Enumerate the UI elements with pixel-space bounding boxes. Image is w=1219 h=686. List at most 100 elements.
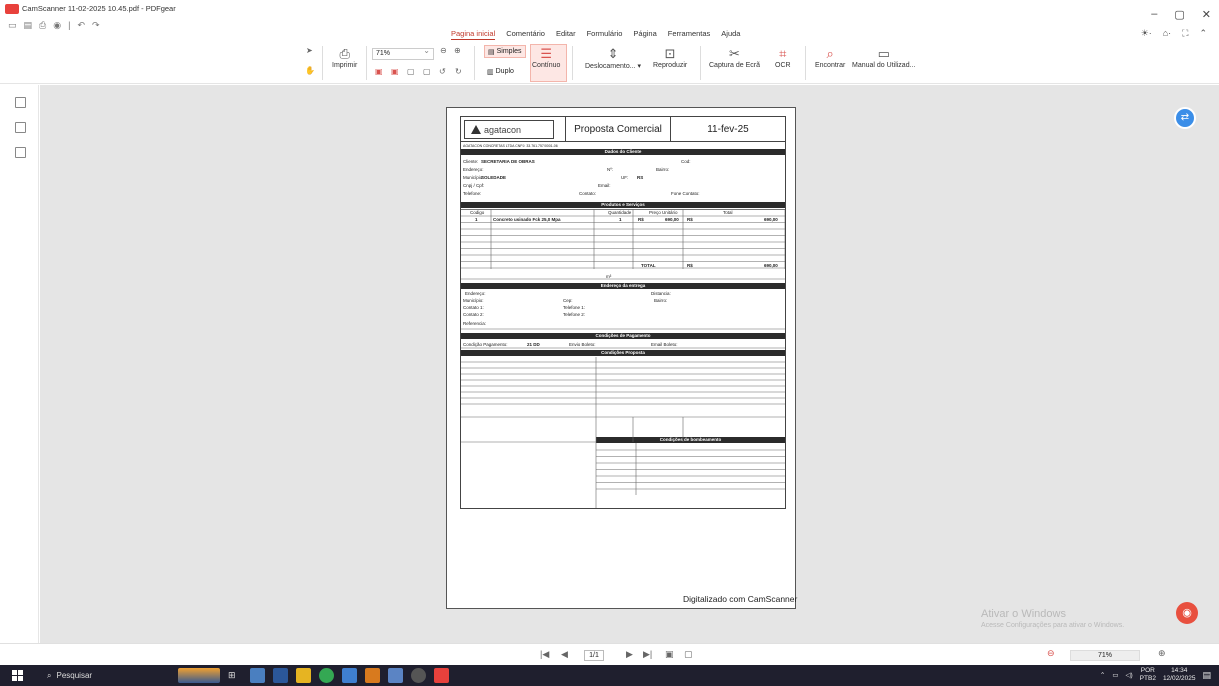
file-explorer-icon[interactable] <box>296 668 311 683</box>
activation-title: Ativar o Windows <box>981 608 1066 620</box>
search-icon: ⌕ <box>47 670 52 680</box>
print-quick-icon[interactable]: ⎙ <box>39 20 46 31</box>
continuous-label[interactable]: ☰ Contínuo <box>532 45 560 69</box>
tab-ferramentas[interactable]: Ferramentas <box>668 29 711 40</box>
tab-formulario[interactable]: Formulário <box>587 29 623 40</box>
volume-icon[interactable]: ◁) <box>1126 671 1133 679</box>
weather-widget-icon[interactable] <box>178 668 220 683</box>
view-controls: ☀· ⌂· ⛶ ⌃ <box>1141 28 1207 39</box>
tab-comentario[interactable]: Comentário <box>506 29 545 40</box>
play-icon: ⊡ <box>664 46 676 61</box>
home-icon[interactable]: ⌂· <box>1163 28 1171 39</box>
separator: | <box>68 20 71 30</box>
previous-page-icon[interactable]: ◀ <box>561 649 568 660</box>
form-grid-lines <box>461 209 785 508</box>
select-tool-icon[interactable]: ➤ <box>306 46 313 55</box>
left-sidebar: ⌄ <box>0 85 39 663</box>
task-view-icon[interactable]: ⊞ <box>228 670 236 681</box>
printer-icon: ⎙ <box>339 46 350 61</box>
minimize-icon[interactable]: – <box>1151 8 1157 21</box>
pdf-page[interactable]: agatacon Proposta Comercial 11-fev-25 AG… <box>446 107 798 609</box>
windows-activation-watermark: Ativar o Windows Acesse Configurações pa… <box>981 608 1124 629</box>
two-page-icon: ▥ <box>487 68 494 76</box>
separator <box>366 46 367 80</box>
save-icon[interactable]: ▤ <box>24 20 33 31</box>
collapse-ribbon-icon[interactable]: ⌃ <box>1199 28 1207 39</box>
share-icon[interactable]: ◉ <box>53 20 61 31</box>
fit-width-icon[interactable]: ▣ <box>391 67 399 76</box>
next-page-icon[interactable]: ▶ <box>626 649 633 660</box>
network-icon[interactable]: ▭ <box>1112 671 1118 679</box>
title-bar: CamScanner 11-02-2025 10.45.pdf - PDFgea… <box>0 0 1219 40</box>
close-icon[interactable]: ✕ <box>1202 8 1211 21</box>
tab-pagina-inicial[interactable]: Pagina inicial <box>451 29 496 40</box>
bookmark-icon[interactable] <box>15 97 26 108</box>
page-number-input[interactable]: 1/1 <box>584 650 604 661</box>
translate-float-button[interactable]: ⇄ <box>1174 107 1196 129</box>
two-page-button[interactable]: ▥ Duplo <box>484 65 517 78</box>
fit-page-icon[interactable]: ▣ <box>375 67 383 76</box>
ocr-button[interactable]: ⌗ OCR <box>775 45 791 69</box>
open-icon[interactable]: ▭ <box>8 20 17 31</box>
zoom-in-icon[interactable]: ⊕ <box>454 46 461 55</box>
pinned-app-icon[interactable] <box>365 668 380 683</box>
fit-width-status-icon[interactable]: ▢ <box>684 649 693 660</box>
tab-pagina[interactable]: Página <box>633 29 656 40</box>
find-icon: ⌕ <box>826 46 834 61</box>
taskbar-search[interactable]: ⌕ Pesquisar <box>40 665 166 686</box>
find-button[interactable]: ⌕ Encontrar <box>815 45 845 69</box>
rotate-left-icon[interactable]: ↺ <box>439 67 446 76</box>
user-manual-button[interactable]: ▭ Manual do Utilizad... <box>852 45 915 69</box>
window-title: CamScanner 11-02-2025 10.45.pdf - PDFgea… <box>22 4 176 13</box>
fit-page-status-icon[interactable]: ▣ <box>665 649 674 660</box>
actual-size-icon[interactable]: ▢ <box>407 67 415 76</box>
tab-editar[interactable]: Editar <box>556 29 576 40</box>
zoom-level[interactable]: 71% <box>1070 650 1140 661</box>
rotate-right-icon[interactable]: ↻ <box>455 67 462 76</box>
notepad-app-icon[interactable] <box>388 668 403 683</box>
page-view-icon[interactable]: ▢ <box>423 67 431 76</box>
word-app-icon[interactable] <box>273 668 288 683</box>
hand-tool-icon[interactable]: ✋ <box>305 66 315 75</box>
zoom-in-status-icon[interactable]: ⊕ <box>1158 648 1166 659</box>
zoom-out-status-icon[interactable]: ⊖ <box>1047 648 1055 659</box>
single-page-button[interactable]: ▤ Simples <box>484 45 526 58</box>
separator <box>700 46 701 80</box>
single-page-icon: ▤ <box>488 48 495 56</box>
clock[interactable]: 14:34 12/02/2025 <box>1163 667 1196 683</box>
play-button[interactable]: ⊡ Reproduzir <box>653 45 687 69</box>
system-tray: ⌃ ▭ ◁) POR PTB2 14:34 12/02/2025 ▤ <box>1100 667 1211 683</box>
continuous-icon: ☰ <box>540 46 553 61</box>
zoom-select[interactable]: 71% <box>372 46 434 60</box>
notifications-icon[interactable]: ▤ <box>1202 670 1211 681</box>
zoom-out-icon[interactable]: ⊖ <box>440 46 447 55</box>
thumbnails-icon[interactable] <box>15 122 26 133</box>
separator <box>805 46 806 80</box>
pdfgear-app-icon[interactable] <box>434 668 449 683</box>
ocr-icon: ⌗ <box>779 46 787 61</box>
activation-subtitle: Acesse Configurações para ativar o Windo… <box>981 622 1125 629</box>
windows-start-icon[interactable] <box>12 670 23 681</box>
photos-app-icon[interactable] <box>342 668 357 683</box>
print-button[interactable]: ⎙ Imprimir <box>332 45 357 69</box>
maximize-icon[interactable]: ▢ <box>1174 8 1184 21</box>
fullscreen-icon[interactable]: ⛶ <box>1182 28 1188 39</box>
ribbon-toolbar: ➤ ✋ ⎙ Imprimir 71% ⊖ ⊕ ▣ ▣ ▢ ▢ ↺ ↻ ▤ Sim… <box>0 40 1219 84</box>
screenshot-button[interactable]: ✂ Captura de Ecrã <box>709 45 760 69</box>
scroll-button[interactable]: ⇕ Deslocamento... ▾ <box>585 45 641 70</box>
theme-icon[interactable]: ☀· <box>1141 28 1152 39</box>
tray-chevron-icon[interactable]: ⌃ <box>1100 671 1105 679</box>
scan-footer: Digitalizado com CamScanner <box>683 594 798 604</box>
comments-icon[interactable] <box>15 147 26 158</box>
calculator-app-icon[interactable] <box>250 668 265 683</box>
last-page-icon[interactable]: ▶| <box>643 649 652 660</box>
chrome-app-icon[interactable] <box>319 668 334 683</box>
language-indicator[interactable]: POR PTB2 <box>1140 667 1156 683</box>
browser-app-icon[interactable] <box>411 668 426 683</box>
undo-icon[interactable]: ↶ <box>77 20 85 31</box>
manual-icon: ▭ <box>877 46 890 61</box>
assistant-float-button[interactable]: ◉ <box>1176 602 1198 624</box>
tab-ajuda[interactable]: Ajuda <box>721 29 740 40</box>
redo-icon[interactable]: ↷ <box>92 20 100 31</box>
first-page-icon[interactable]: |◀ <box>540 649 549 660</box>
